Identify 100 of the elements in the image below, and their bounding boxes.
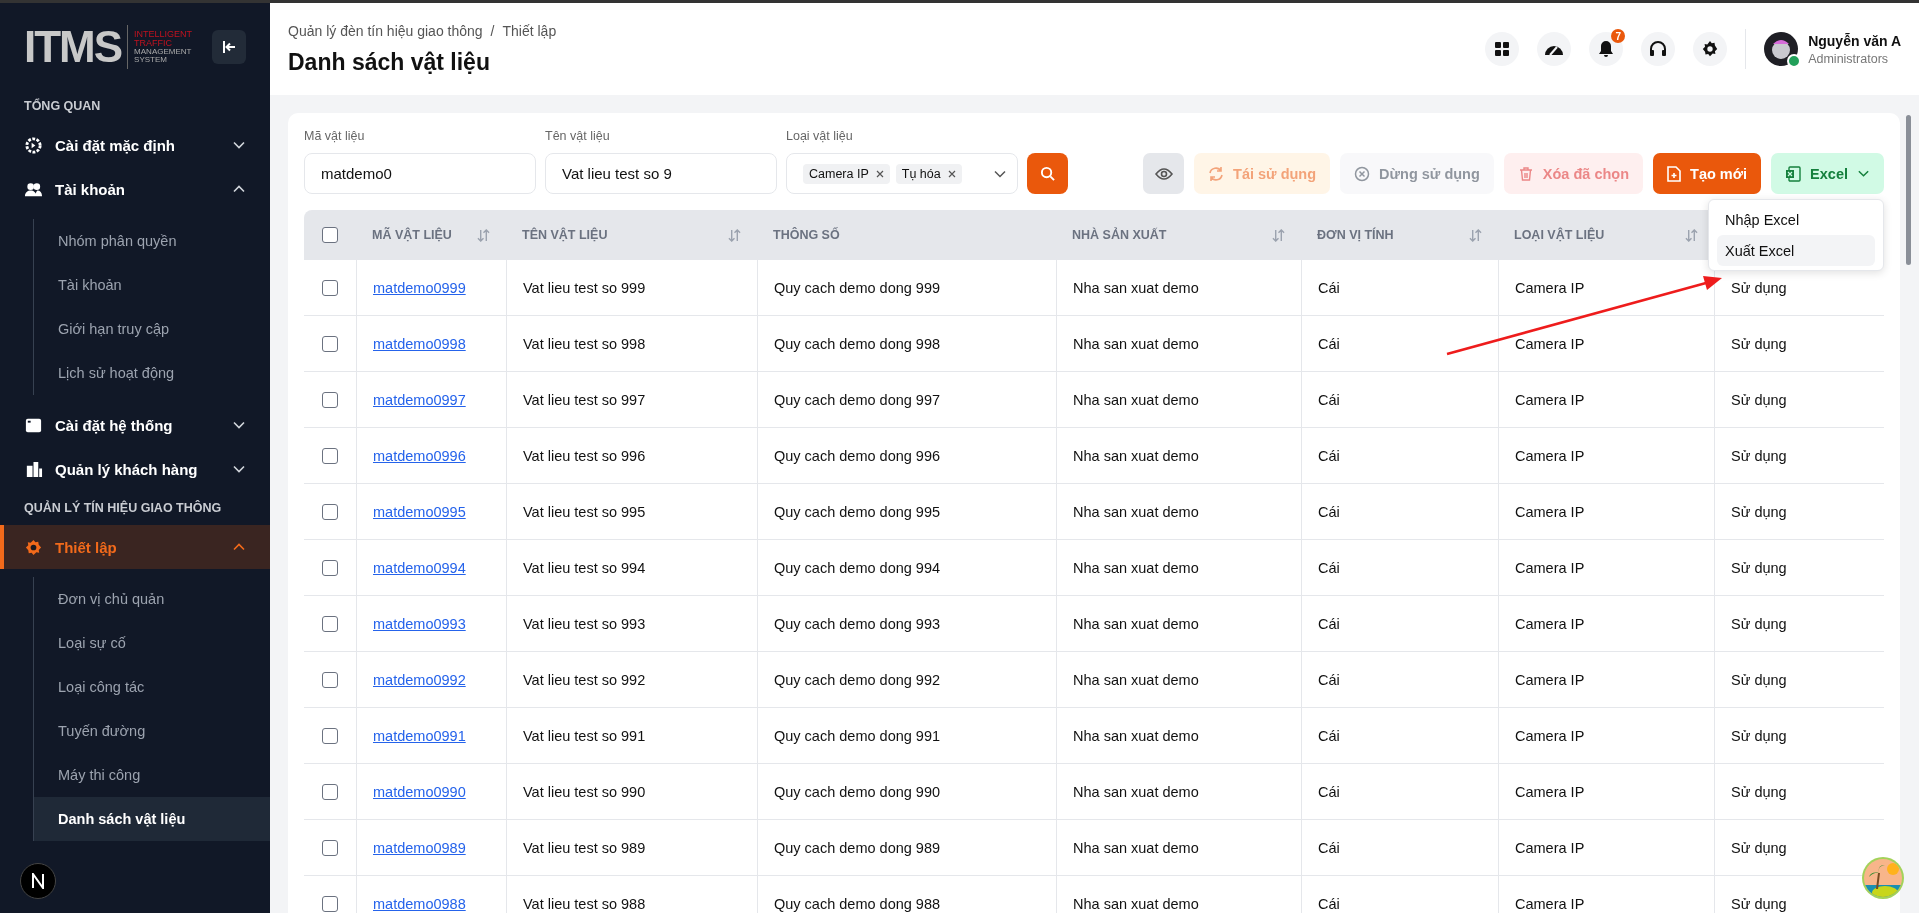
nav-subitem[interactable]: Danh sách vật liệu <box>34 797 270 841</box>
file-plus-icon[interactable] <box>1667 165 1682 182</box>
user-role: Administrators <box>1808 51 1890 66</box>
notification-count: 7 <box>1611 29 1626 43</box>
table-cell: Camera IP <box>1515 447 1585 464</box>
table-cell: Cái <box>1318 503 1340 520</box>
nav-item[interactable]: Cài đặt mặc định <box>0 123 270 167</box>
material-code-link[interactable]: matdemo0988 <box>373 895 466 912</box>
material-code-link[interactable]: matdemo0998 <box>373 335 466 352</box>
close-icon[interactable] <box>875 169 884 178</box>
view-button[interactable] <box>1143 153 1185 194</box>
checkbox[interactable] <box>322 671 338 688</box>
search-icon[interactable] <box>1040 166 1055 181</box>
headset-icon[interactable] <box>1641 32 1676 66</box>
checkbox[interactable] <box>322 783 338 800</box>
gear-icon <box>24 537 43 557</box>
nav-subitem[interactable]: Đơn vị chủ quản <box>34 577 270 621</box>
collapse-sidebar-button[interactable] <box>212 30 246 64</box>
material-code-link[interactable]: matdemo0991 <box>373 727 466 744</box>
table-cell: Cái <box>1318 615 1340 632</box>
nav-subitem[interactable]: Nhóm phân quyền <box>34 219 270 263</box>
nav-item[interactable]: Thiết lập <box>0 525 270 569</box>
user-name: Nguyễn văn A <box>1808 32 1901 49</box>
breadcrumb-item[interactable]: Quản lý đèn tín hiệu giao thông <box>288 22 483 39</box>
bell-icon[interactable] <box>1597 40 1616 58</box>
table-cell: Nha san xuat demo <box>1073 783 1199 800</box>
nav-subitem[interactable]: Loại công tác <box>34 665 270 709</box>
column-header: ĐƠN VỊ TÍNH <box>1317 228 1394 242</box>
close-icon[interactable] <box>947 169 956 178</box>
input-field[interactable]: matdemo0 <box>304 153 536 194</box>
table-cell: Vat lieu test so 992 <box>523 671 646 688</box>
excel-icon[interactable] <box>1785 165 1802 182</box>
filter-label: Loại vật liệu <box>786 129 854 143</box>
material-code-link[interactable]: matdemo0997 <box>373 391 466 408</box>
island-icon[interactable] <box>1862 857 1904 899</box>
filter-label: Tên vật liệu <box>545 129 611 143</box>
material-code-link[interactable]: matdemo0993 <box>373 615 466 632</box>
table-cell: Camera IP <box>1515 783 1585 800</box>
create-button[interactable]: Tạo mới <box>1653 153 1762 194</box>
checkbox[interactable] <box>322 227 338 243</box>
checkbox[interactable] <box>322 503 338 520</box>
table-cell: Quy cach demo dong 991 <box>774 727 941 744</box>
avatar[interactable] <box>1764 32 1799 66</box>
material-code-link[interactable]: matdemo0989 <box>373 839 466 856</box>
material-code-link[interactable]: matdemo0992 <box>373 671 466 688</box>
table-cell: Nha san xuat demo <box>1073 335 1199 352</box>
nav-subitem[interactable]: Tài khoản <box>34 263 270 307</box>
nav-item[interactable]: Cài đặt hệ thống <box>0 403 270 447</box>
material-code-link[interactable]: matdemo0990 <box>373 783 466 800</box>
notification-button[interactable]: 7 <box>1589 32 1624 66</box>
table-cell: Nha san xuat demo <box>1073 615 1199 632</box>
table-cell: Cái <box>1318 279 1340 296</box>
table-cell: Quy cach demo dong 990 <box>774 783 941 800</box>
table-cell: Nha san xuat demo <box>1073 279 1199 296</box>
checkbox[interactable] <box>322 615 338 632</box>
nav-item[interactable]: Quản lý khách hàng <box>0 447 270 491</box>
settings-icon[interactable] <box>1693 32 1728 66</box>
section-title: QUẢN LÝ TÍN HIỆU GIAO THÔNG <box>23 499 223 517</box>
material-code-link[interactable]: matdemo0995 <box>373 503 466 520</box>
table-cell: Cái <box>1318 447 1340 464</box>
checkbox[interactable] <box>322 447 338 464</box>
column-header: TÊN VẬT LIỆU <box>522 228 608 242</box>
nav-item[interactable]: Tài khoản <box>0 167 270 211</box>
table-cell: Camera IP <box>1515 559 1585 576</box>
section-title: TỔNG QUAN <box>23 97 102 115</box>
nav-subitem[interactable]: Tuyến đường <box>34 709 270 753</box>
table-cell: Cái <box>1318 783 1340 800</box>
checkbox[interactable] <box>322 895 338 912</box>
speedometer-icon[interactable] <box>1537 32 1572 66</box>
checkbox[interactable] <box>322 839 338 856</box>
breadcrumb-item[interactable]: Thiết lập <box>502 22 557 39</box>
nav-subitem[interactable]: Lịch sử hoạt động <box>34 351 270 395</box>
material-code-link[interactable]: matdemo0994 <box>373 559 466 576</box>
checkbox[interactable] <box>322 335 338 352</box>
checkbox[interactable] <box>322 559 338 576</box>
input-field[interactable]: Vat lieu test so 9 <box>545 153 777 194</box>
checkbox[interactable] <box>322 391 338 408</box>
material-code-link[interactable]: matdemo0999 <box>373 279 466 296</box>
table-cell: Vat lieu test so 997 <box>523 391 646 408</box>
n-badge-icon[interactable] <box>20 863 56 899</box>
apps-icon[interactable] <box>1485 32 1520 66</box>
logo: ITMS INTELLIGENT TRAFFIC MANAGEMENT SYSTEM <box>24 25 193 69</box>
checkbox[interactable] <box>322 727 338 744</box>
menu-item[interactable]: Xuất Excel <box>1717 235 1875 266</box>
nav-subitem[interactable]: Máy thi công <box>34 753 270 797</box>
table-cell: Quy cach demo dong 989 <box>774 839 941 856</box>
table-cell: Cái <box>1318 671 1340 688</box>
checkbox[interactable] <box>322 279 338 296</box>
nav-subitem[interactable]: Loại sự cố <box>34 621 270 665</box>
material-code-link[interactable]: matdemo0996 <box>373 447 466 464</box>
select-field[interactable]: Camera IP Tụ hóa <box>786 153 1018 194</box>
excel-button[interactable]: Excel <box>1771 153 1884 194</box>
table-cell: Quy cach demo dong 996 <box>774 447 941 464</box>
scrollbar[interactable] <box>1906 115 1911 265</box>
nav-subitem[interactable]: Giới hạn truy cập <box>34 307 270 351</box>
menu-item[interactable]: Nhập Excel <box>1717 204 1875 235</box>
table-cell: Sử dụng <box>1731 615 1787 632</box>
table-cell: Cái <box>1318 895 1340 912</box>
collapse-icon[interactable] <box>221 39 237 55</box>
search-button[interactable] <box>1027 153 1068 194</box>
